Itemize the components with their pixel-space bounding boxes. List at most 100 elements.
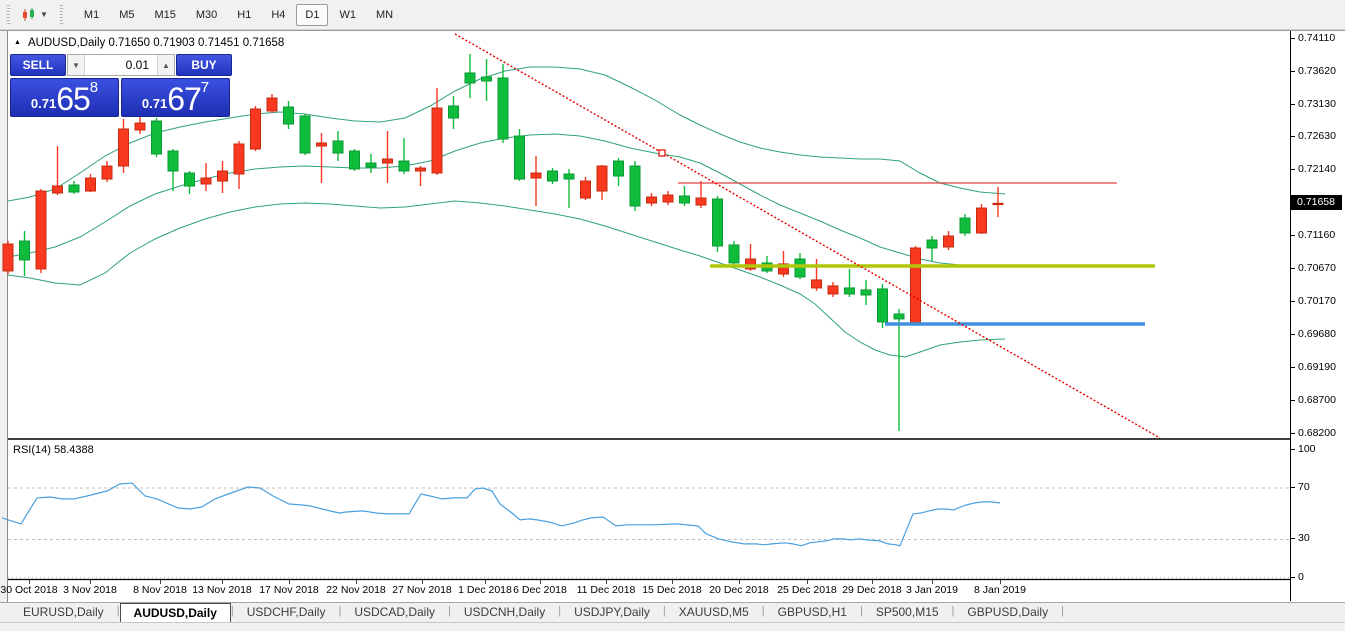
time-axis-tick (90, 580, 91, 584)
price-axis-label: 0.74110 (1291, 32, 1345, 44)
chart-title: ▲ AUDUSD,Daily 0.71650 0.71903 0.71451 0… (14, 37, 284, 49)
price-axis-label: 0.71160 (1291, 229, 1345, 241)
descending-trendline[interactable] (454, 33, 1161, 439)
candle-body (233, 143, 245, 175)
candle-body (596, 165, 608, 192)
candle-body (580, 180, 591, 199)
price-axis-label: 0.73130 (1291, 98, 1345, 110)
volume-stepper: ▼ 0.01 ▲ (67, 54, 175, 76)
candle-body (52, 185, 63, 194)
buy-price-prefix: 0.71 (141, 96, 168, 111)
chart-tab-usdcad[interactable]: USDCAD,Daily (341, 603, 448, 622)
current-price-tag: 0.71658 (1290, 195, 1342, 210)
candle-body (662, 194, 674, 203)
chart-tab-usdcnh[interactable]: USDCNH,Daily (451, 603, 558, 622)
chart-style-button[interactable]: ▼ (16, 5, 53, 25)
time-axis-tick (672, 580, 673, 584)
buy-price-big: 67 (167, 81, 202, 118)
timeframe-button-m5[interactable]: M5 (110, 4, 143, 26)
candle-body (646, 196, 657, 204)
candle-body (695, 197, 707, 206)
chart-window: ▲ AUDUSD,Daily 0.71650 0.71903 0.71451 0… (0, 30, 1345, 602)
sell-price-big: 65 (56, 81, 91, 118)
chart-tab-sp500[interactable]: SP500,M15 (863, 603, 952, 622)
toolbar-grip-handle[interactable] (6, 4, 10, 25)
time-axis-tick (485, 580, 486, 584)
caret-up-icon: ▲ (162, 60, 170, 70)
rsi-axis-label: 0 (1291, 571, 1345, 583)
timeframe-button-m15[interactable]: M15 (145, 4, 184, 26)
candle-body (382, 158, 393, 164)
candle-body (184, 172, 195, 187)
chart-tab-eurusd[interactable]: EURUSD,Daily (10, 603, 117, 622)
candle-body (860, 289, 872, 296)
candle-body (365, 162, 377, 168)
volume-decrease-button[interactable]: ▼ (68, 55, 85, 75)
candle-body (101, 165, 113, 180)
candle-body (844, 287, 855, 295)
price-axis-label: 0.72140 (1291, 163, 1345, 175)
time-axis-tick (606, 580, 607, 584)
time-axis-tick (289, 580, 290, 584)
candle-body (217, 170, 228, 182)
time-axis-tick (160, 580, 161, 584)
candle-body (563, 173, 575, 180)
candle-body (613, 160, 624, 177)
candle-body (679, 195, 690, 204)
candle-body (629, 165, 641, 207)
sell-price-prefix: 0.71 (30, 96, 57, 111)
time-axis-tick (540, 580, 541, 584)
price-axis[interactable]: 0.74110 0.73620 0.73130 0.72630 0.72140 0.711… (1290, 31, 1345, 601)
buy-price-box[interactable]: 0.71 67 7 (121, 78, 230, 117)
candle-body (497, 77, 509, 140)
price-axis-label: 0.69680 (1291, 328, 1345, 340)
chart-tab-xauusd[interactable]: XAUUSD,M5 (666, 603, 762, 622)
timeframe-button-h1[interactable]: H1 (228, 4, 260, 26)
rsi-line (1, 482, 1001, 547)
candle-body (266, 97, 278, 112)
candle-body (827, 285, 839, 295)
sell-price-box[interactable]: 0.71 65 8 (10, 78, 119, 117)
candle-body (794, 258, 806, 278)
timeframe-button-w1[interactable]: W1 (330, 4, 365, 26)
timeframe-button-h4[interactable]: H4 (262, 4, 294, 26)
volume-increase-button[interactable]: ▲ (157, 55, 174, 75)
candle-body (530, 172, 542, 179)
price-axis-label: 0.68200 (1291, 427, 1345, 439)
timeframe-button-d1[interactable]: D1 (296, 3, 329, 26)
price-axis-label: 0.70670 (1291, 262, 1345, 274)
candle-body (19, 240, 30, 261)
sell-button[interactable]: SELL (10, 54, 66, 76)
chart-tab-gbpusd[interactable]: GBPUSD,Daily (954, 603, 1061, 622)
trendline-anchor-marker[interactable] (658, 149, 666, 157)
chart-tab-usdjpy[interactable]: USDJPY,Daily (561, 603, 663, 622)
timeframe-button-mn[interactable]: MN (367, 4, 402, 26)
candle-body (299, 115, 311, 154)
volume-value[interactable]: 0.01 (85, 55, 157, 75)
chart-tab-gbpusd[interactable]: GBPUSD,H1 (765, 603, 860, 622)
trade-panel-prices: 0.71 65 8 0.71 67 7 (10, 78, 232, 117)
candle-body (2, 243, 14, 272)
candle-body (167, 150, 179, 172)
one-click-trading-panel: SELL ▼ 0.01 ▲ BUY 0.71 65 8 0.71 67 7 (10, 54, 232, 117)
candle-body (481, 76, 492, 82)
rsi-axis-label: 100 (1291, 443, 1345, 455)
chart-tab-audusd[interactable]: AUDUSD,Daily (119, 603, 231, 622)
buy-button[interactable]: BUY (176, 54, 232, 76)
candle-body (349, 150, 360, 170)
candle-body (728, 244, 740, 264)
time-axis-label: 8 Jan 2019 (974, 584, 1026, 596)
toolbar-grip-handle[interactable] (58, 4, 63, 25)
price-axis-label: 0.68700 (1291, 394, 1345, 406)
candle-body (712, 198, 723, 247)
candle-body (151, 120, 162, 155)
timeframe-button-m30[interactable]: M30 (187, 4, 226, 26)
candle-body (118, 128, 129, 167)
candle-body (332, 140, 344, 154)
candle-body (959, 217, 971, 234)
candle-body (514, 135, 525, 180)
chart-tab-usdchf[interactable]: USDCHF,Daily (234, 603, 339, 622)
timeframe-button-m1[interactable]: M1 (75, 4, 108, 26)
collapse-triangle-icon[interactable]: ▲ (14, 39, 21, 46)
candle-body (200, 177, 212, 185)
